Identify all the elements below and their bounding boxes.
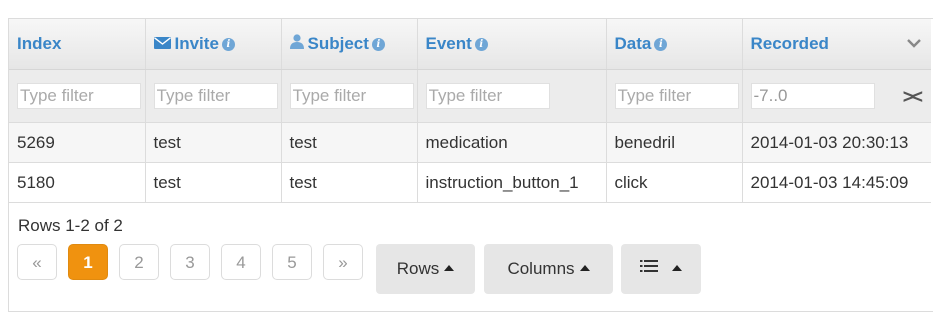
sort-descending-icon[interactable] <box>907 33 921 48</box>
info-icon[interactable]: i <box>371 37 385 51</box>
caret-up-icon <box>672 265 682 272</box>
list-view-button[interactable] <box>621 244 701 294</box>
recorded-filter-input[interactable] <box>750 83 875 109</box>
caret-up-icon <box>579 265 590 272</box>
table-cell: 5180 <box>9 162 146 203</box>
page-button-5[interactable]: 5 <box>272 244 312 280</box>
table-cell: medication <box>417 122 607 163</box>
column-header-recorded[interactable]: Recorded <box>742 19 931 70</box>
user-icon <box>289 34 304 54</box>
column-header-index[interactable]: Index <box>9 19 146 70</box>
table-cell: test <box>281 122 418 163</box>
header-row: Index Invite i Subject i Event i Data i Reco… <box>9 19 931 70</box>
column-header-label: Recorded <box>750 34 829 53</box>
column-header-label: Invite <box>174 33 219 53</box>
filter-cell <box>606 69 743 123</box>
event-filter-input[interactable] <box>425 83 550 109</box>
filter-row: >< <box>9 69 931 123</box>
table-cell: test <box>145 122 282 163</box>
page-button-2[interactable]: 2 <box>119 244 159 280</box>
table-cell: click <box>606 162 743 203</box>
page-next-button[interactable]: » <box>323 244 363 280</box>
rows-summary: Rows 1-2 of 2 <box>18 216 123 235</box>
table-cell: test <box>145 162 282 203</box>
column-header-event[interactable]: Event i <box>417 19 607 70</box>
filter-cell <box>145 69 282 123</box>
index-filter-input[interactable] <box>17 83 141 109</box>
column-header-label: Index <box>17 34 62 53</box>
clear-filters-icon[interactable]: >< <box>903 87 923 109</box>
subject-filter-input[interactable] <box>289 83 414 109</box>
table-cell: instruction_button_1 <box>417 162 607 203</box>
column-header-data[interactable]: Data i <box>606 19 743 70</box>
envelope-icon <box>153 34 171 54</box>
rows-button-label: Rows <box>396 259 440 278</box>
table-cell: 2014-01-03 20:30:13 <box>742 122 931 163</box>
column-header-label: Subject <box>307 33 369 53</box>
column-header-invite[interactable]: Invite i <box>145 19 282 70</box>
page-button-1[interactable]: 1 <box>68 244 108 280</box>
page-button-4[interactable]: 4 <box>221 244 261 280</box>
column-header-label: Data <box>614 34 652 53</box>
data-table: Index Invite i Subject i Event i Data i Reco… <box>9 19 931 203</box>
info-icon[interactable]: i <box>654 38 668 52</box>
data-filter-input[interactable] <box>614 83 739 109</box>
table-cell: benedril <box>606 122 743 163</box>
table-cell: 2014-01-03 14:45:09 <box>742 162 931 203</box>
column-header-label: Event <box>425 34 472 53</box>
table-row[interactable]: 5269 test test medication benedril 2014-… <box>9 122 931 163</box>
info-icon[interactable]: i <box>221 37 235 51</box>
page-button-3[interactable]: 3 <box>170 244 210 280</box>
info-icon[interactable]: i <box>474 38 488 52</box>
filter-cell <box>281 69 418 123</box>
page-prev-button[interactable]: « <box>17 244 57 280</box>
list-icon <box>640 243 658 293</box>
filter-cell: >< <box>742 69 931 123</box>
table-cell: test <box>281 162 418 203</box>
column-header-subject[interactable]: Subject i <box>281 19 418 70</box>
columns-button[interactable]: Columns <box>484 244 613 294</box>
table-row[interactable]: 5180 test test instruction_button_1 clic… <box>9 162 931 203</box>
invite-filter-input[interactable] <box>153 83 278 109</box>
table-cell: 5269 <box>9 122 146 163</box>
caret-up-icon <box>444 265 455 272</box>
columns-button-label: Columns <box>507 259 575 278</box>
filter-cell <box>9 69 146 123</box>
rows-button[interactable]: Rows <box>376 244 475 294</box>
data-table-panel: Index Invite i Subject i Event i Data i Reco… <box>8 18 933 312</box>
filter-cell <box>417 69 607 123</box>
